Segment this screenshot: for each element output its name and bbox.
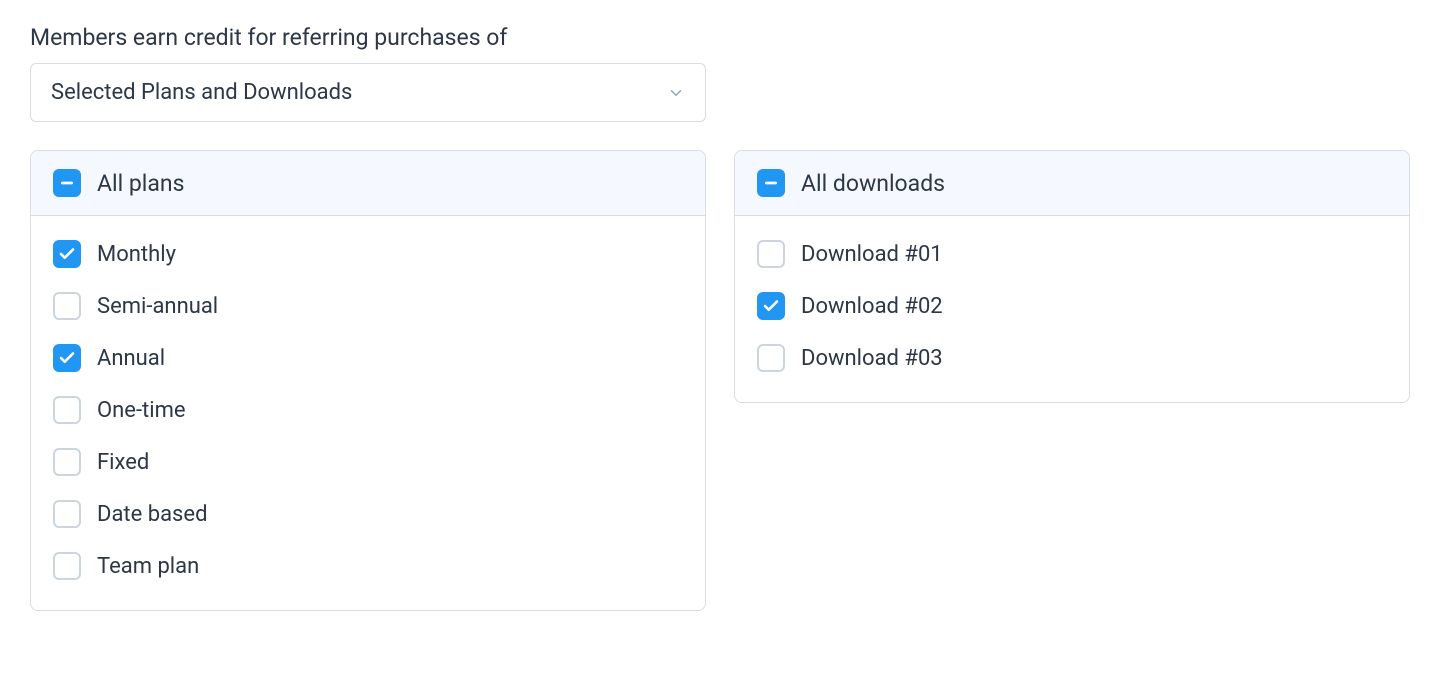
item-checkbox[interactable] (53, 240, 81, 268)
item-checkbox[interactable] (757, 292, 785, 320)
list-item: Semi-annual (53, 280, 683, 332)
list-item: Download #02 (757, 280, 1387, 332)
all-plans-checkbox[interactable] (53, 169, 81, 197)
selection-panels: All plans Monthly Semi-annual Annual One-ti… (30, 150, 1410, 611)
item-checkbox[interactable] (757, 240, 785, 268)
list-item: Download #03 (757, 332, 1387, 384)
list-item: Team plan (53, 540, 683, 592)
item-label[interactable]: Semi-annual (97, 294, 218, 319)
plans-panel-header: All plans (31, 151, 705, 216)
all-downloads-label[interactable]: All downloads (801, 170, 945, 197)
item-label[interactable]: Date based (97, 502, 207, 527)
item-label[interactable]: Download #02 (801, 294, 943, 319)
item-label[interactable]: Fixed (97, 450, 149, 475)
credit-scope-select-wrap: Selected Plans and Downloads (30, 63, 706, 122)
item-label[interactable]: Annual (97, 346, 165, 371)
item-label[interactable]: Download #03 (801, 346, 943, 371)
item-label[interactable]: One-time (97, 398, 186, 423)
item-label[interactable]: Team plan (97, 554, 199, 579)
list-item: Download #01 (757, 228, 1387, 280)
downloads-panel-header: All downloads (735, 151, 1409, 216)
item-checkbox[interactable] (53, 396, 81, 424)
downloads-panel: All downloads Download #01Download #02Do… (734, 150, 1410, 403)
section-title: Members earn credit for referring purcha… (30, 24, 1410, 51)
item-checkbox[interactable] (53, 292, 81, 320)
all-plans-label[interactable]: All plans (97, 170, 185, 197)
item-checkbox[interactable] (53, 344, 81, 372)
all-downloads-checkbox[interactable] (757, 169, 785, 197)
item-checkbox[interactable] (53, 552, 81, 580)
list-item: Fixed (53, 436, 683, 488)
plans-panel: All plans Monthly Semi-annual Annual One-ti… (30, 150, 706, 611)
list-item: Date based (53, 488, 683, 540)
list-item: One-time (53, 384, 683, 436)
item-label[interactable]: Download #01 (801, 242, 943, 267)
credit-scope-select-value: Selected Plans and Downloads (51, 80, 352, 105)
item-label[interactable]: Monthly (97, 242, 176, 267)
item-checkbox[interactable] (53, 500, 81, 528)
plans-list: Monthly Semi-annual Annual One-time Fixed Dat… (31, 216, 705, 610)
item-checkbox[interactable] (53, 448, 81, 476)
downloads-list: Download #01 Download #02 Download #03 (735, 216, 1409, 402)
chevron-down-icon (667, 84, 685, 102)
item-checkbox[interactable] (757, 344, 785, 372)
list-item: Annual (53, 332, 683, 384)
credit-scope-select[interactable]: Selected Plans and Downloads (30, 63, 706, 122)
list-item: Monthly (53, 228, 683, 280)
